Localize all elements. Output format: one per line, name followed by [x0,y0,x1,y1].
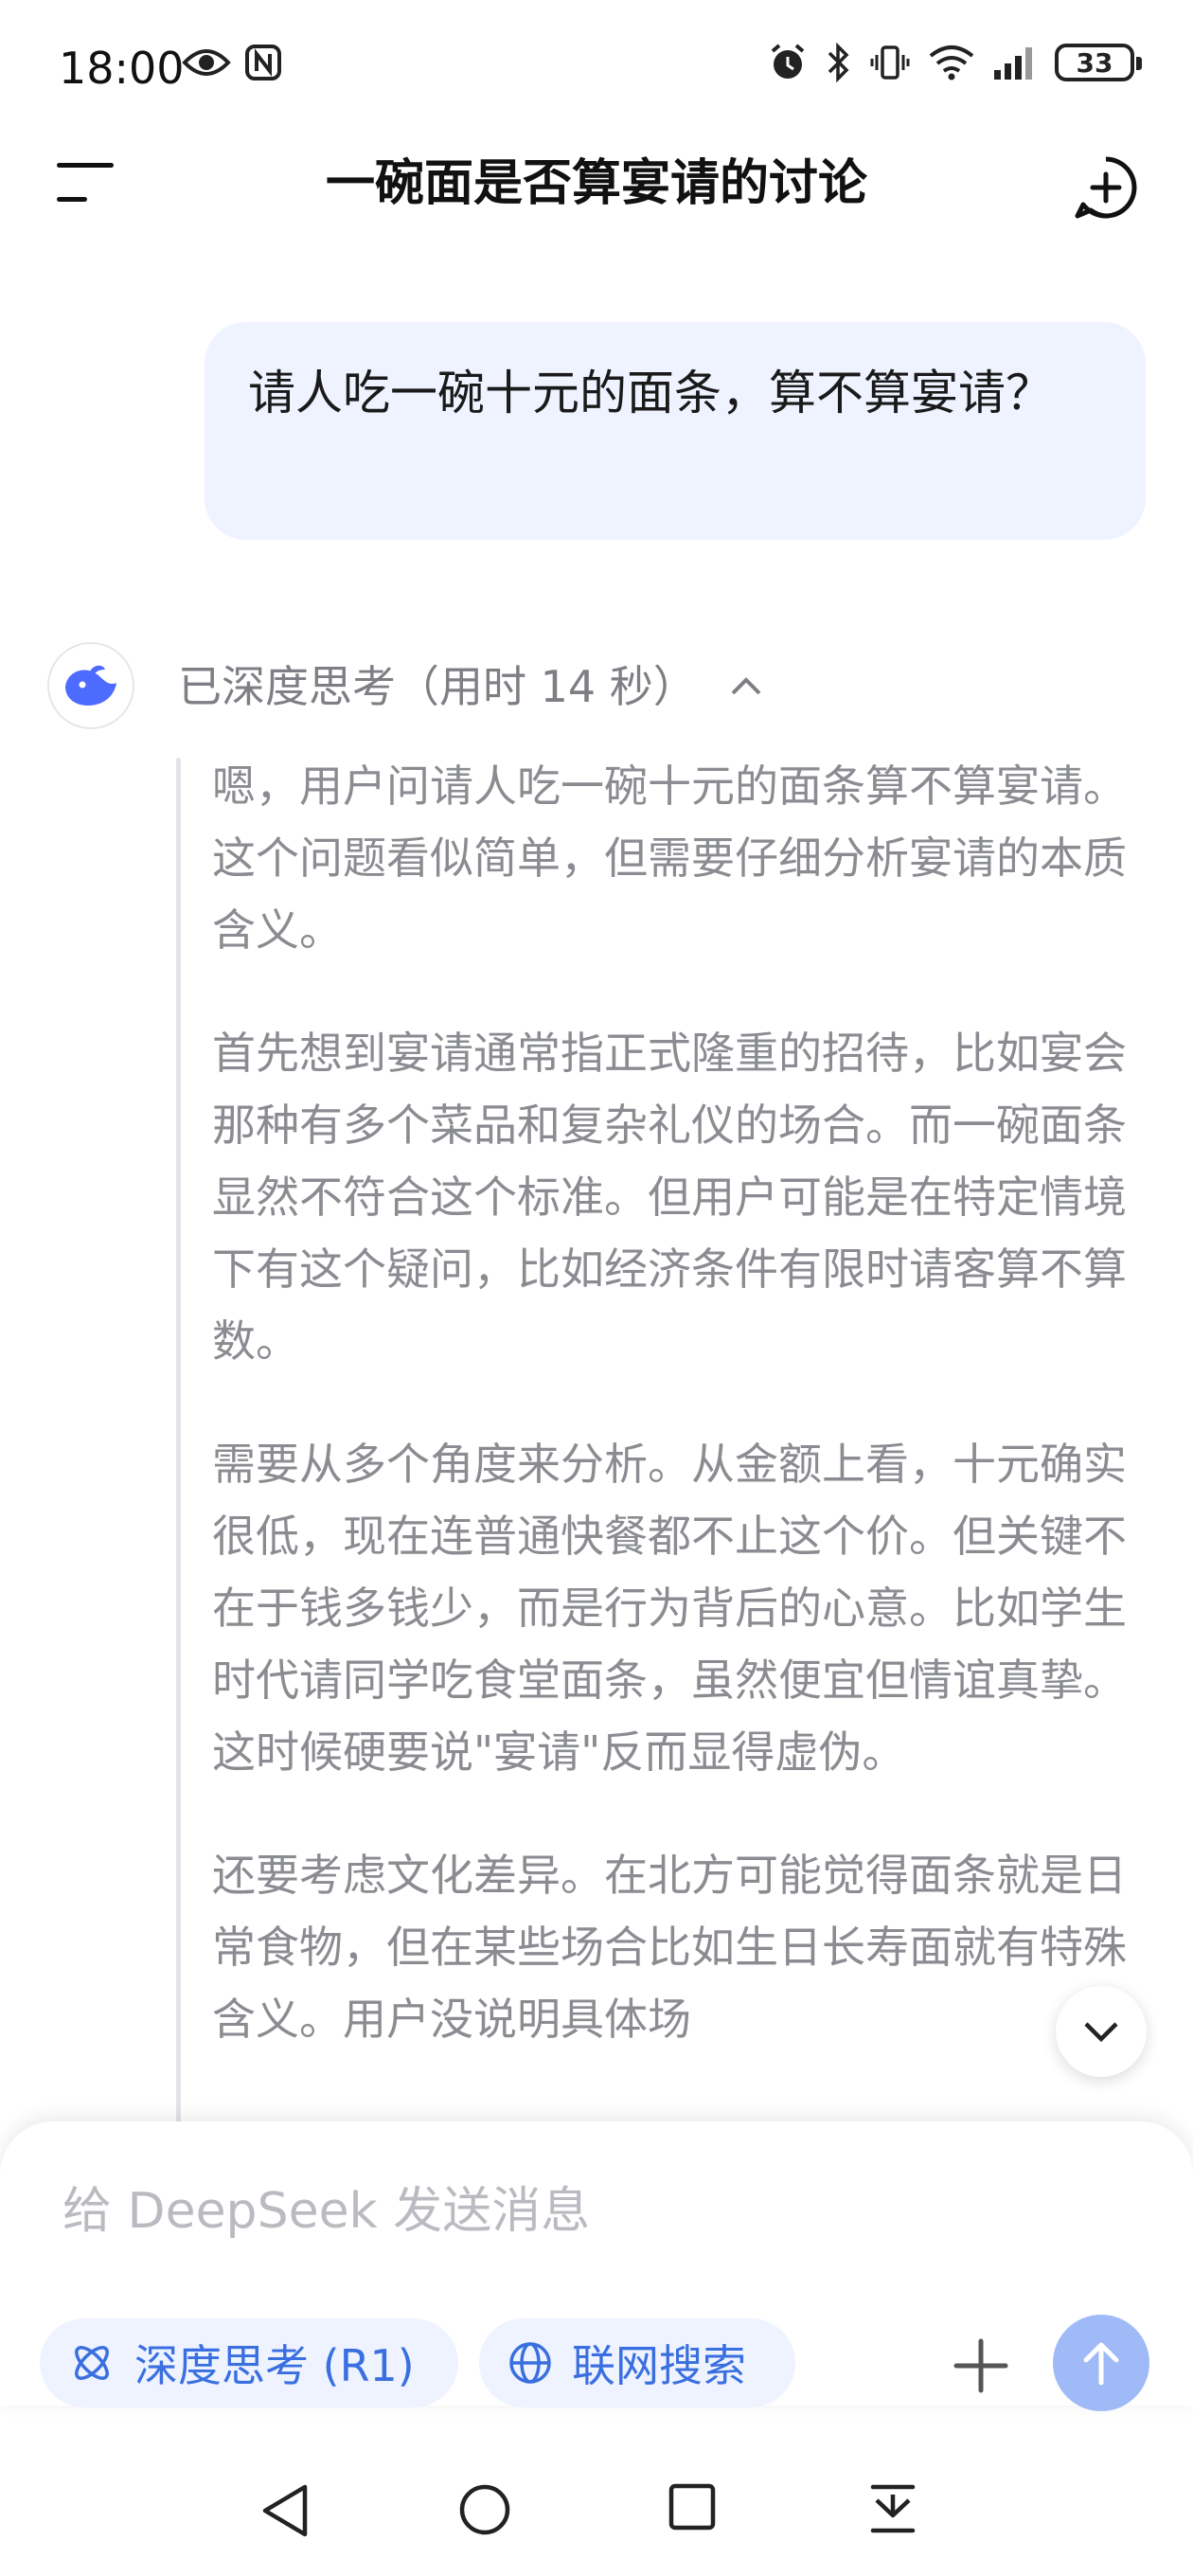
new-chat-icon [1075,156,1137,219]
thinking-paragraph: 还要考虑文化差异。在北方可能觉得面条就是日常食物，但在某些场合比如生日长寿面就有… [212,1850,1127,2045]
back-triangle-icon [262,2484,308,2537]
nav-recents-button[interactable] [667,2481,718,2548]
scroll-to-bottom-button[interactable] [1056,1986,1147,2077]
chevron-down-icon [1084,2022,1118,2043]
thinking-divider [176,758,181,2140]
menu-icon-line-top [57,163,114,168]
deep-think-button[interactable]: 深度思考 (R1) [40,2318,458,2407]
thinking-paragraph: 首先想到宴请通常指正式隆重的招待，比如宴会那种有多个菜品和复杂礼仪的场合。而一碗… [212,1028,1127,1367]
arrow-up-icon [1083,2342,1119,2386]
attach-button[interactable] [947,2332,1015,2400]
plus-icon [953,2338,1008,2393]
atom-icon [75,2346,109,2380]
nfc-icon [245,45,281,80]
nav-back-button[interactable] [258,2481,312,2548]
recents-square-icon [668,2483,716,2531]
status-right-icons: 33 [767,42,1142,83]
signal-icon [994,47,1032,80]
message-input[interactable]: 给 DeepSeek 发送消息 [62,2178,590,2245]
nav-notification-button[interactable] [867,2481,918,2548]
thinking-toggle[interactable]: 已深度思考（用时 14 秒） [178,653,765,720]
pull-down-icon [870,2484,916,2533]
alarm-icon [771,44,805,79]
thinking-content: 嗯，用户问请人吃一碗十元的面条算不算宴请。这个问题看似简单，但需要仔细分析宴请的… [212,750,1131,2106]
user-message-text: 请人吃一碗十元的面条，算不算宴请？ [248,366,1053,420]
thinking-label-text: 已深度思考（用时 14 秒） [178,661,697,712]
thinking-paragraph: 需要从多个角度来分析。从金额上看，十元确实很低，现在连普通快餐都不止这个价。但关… [212,1439,1127,1778]
web-search-button[interactable]: 联网搜索 [479,2318,795,2407]
deep-think-label: 深度思考 (R1) [134,2340,415,2391]
web-search-label: 联网搜索 [572,2340,746,2391]
send-button[interactable] [1053,2315,1149,2411]
battery-indicator: 33 [1055,44,1142,81]
bluetooth-icon [828,42,849,83]
wifi-icon [929,45,974,80]
status-left-icons [182,44,282,81]
page-title: 一碗面是否算宴请的讨论 [325,155,867,212]
deepseek-whale-icon [65,665,116,706]
assistant-avatar [47,642,134,729]
menu-icon-line-bottom [57,197,87,202]
thinking-paragraph: 嗯，用户问请人吃一碗十元的面条算不算宴请。这个问题看似简单，但需要仔细分析宴请的… [212,760,1127,956]
status-time: 18:00 [59,43,185,94]
vibrate-icon [870,45,910,80]
menu-button[interactable] [57,163,114,206]
new-chat-button[interactable] [1072,153,1140,222]
chevron-up-icon [727,674,765,699]
home-circle-icon [459,2484,510,2535]
user-message-bubble[interactable]: 请人吃一碗十元的面条，算不算宴请？ [205,322,1146,540]
globe-icon [509,2342,551,2384]
eye-icon [182,49,231,76]
nav-home-button[interactable] [456,2481,513,2548]
